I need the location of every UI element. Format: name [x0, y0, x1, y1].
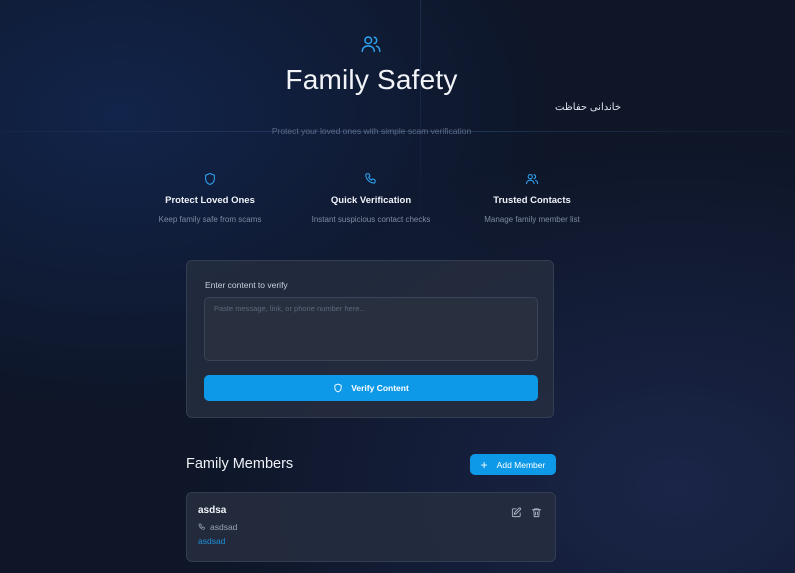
verify-label: Enter content to verify — [205, 280, 288, 290]
feature-title: Protect Loved Ones — [165, 195, 255, 206]
page-title: Family Safety — [285, 64, 458, 95]
feature-contacts: Trusted Contacts Manage family member li… — [447, 172, 617, 224]
feature-description: Instant suspicious contact checks — [311, 215, 431, 224]
feature-verification: Quick Verification Instant suspicious co… — [286, 172, 456, 224]
page-subtitle: Protect your loved ones with simple scam… — [271, 126, 472, 136]
feature-title: Quick Verification — [330, 195, 412, 206]
verify-content-input[interactable] — [204, 297, 538, 361]
verify-button-label: Verify Content — [351, 383, 409, 393]
trash-icon[interactable] — [531, 507, 542, 518]
shield-icon — [333, 383, 343, 393]
member-card: asdsa asdsad asdsad — [186, 492, 556, 562]
member-relation: asdsad — [198, 536, 226, 546]
users-icon — [360, 33, 382, 55]
feature-description: Manage family member list — [484, 215, 580, 224]
feature-description: Keep family safe from scams — [158, 215, 262, 224]
phone-icon — [198, 523, 206, 531]
page-title-translation: خاندانی حفاظت — [555, 102, 622, 113]
family-members-title: Family Members — [186, 456, 294, 472]
feature-title: Trusted Contacts — [493, 195, 571, 206]
member-name: asdsa — [198, 505, 227, 516]
shield-icon — [203, 172, 217, 186]
member-phone-row: asdsad — [198, 522, 237, 532]
edit-icon[interactable] — [511, 507, 522, 518]
feature-protect: Protect Loved Ones Keep family safe from… — [125, 172, 295, 224]
phone-icon — [364, 172, 378, 186]
add-member-label: Add Member — [496, 459, 546, 470]
users-icon — [525, 172, 539, 186]
member-phone: asdsad — [210, 522, 238, 532]
add-member-button[interactable]: + Add Member — [470, 454, 556, 475]
verify-card: Enter content to verify Verify Content — [186, 260, 554, 418]
plus-icon: + — [480, 457, 488, 472]
verify-content-button[interactable]: Verify Content — [204, 375, 538, 401]
